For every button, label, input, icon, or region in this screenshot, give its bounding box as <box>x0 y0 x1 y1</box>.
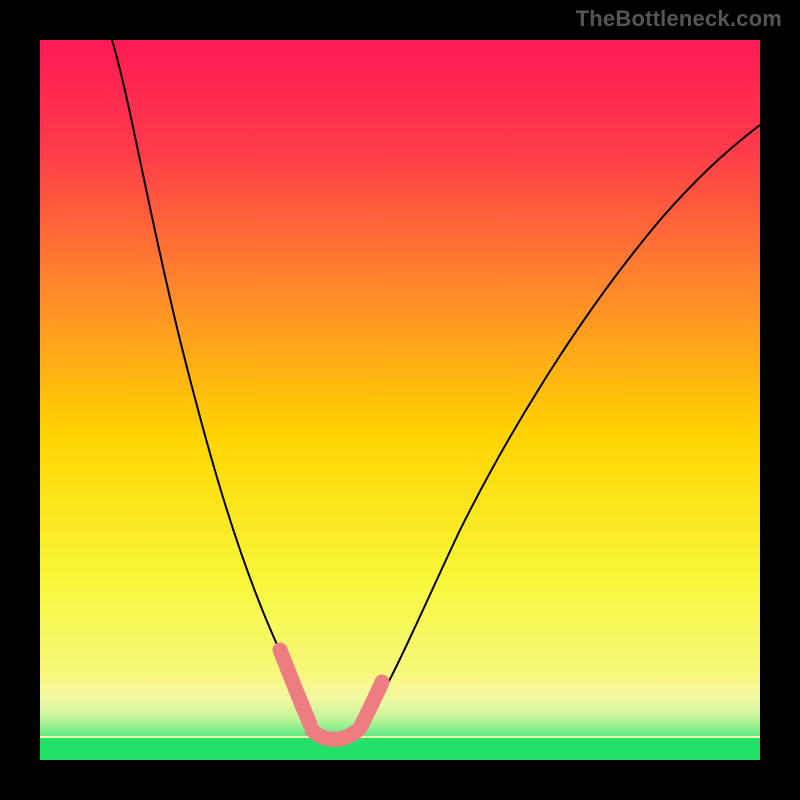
green-floor-band <box>40 738 760 760</box>
watermark-text: TheBottleneck.com <box>576 6 782 32</box>
transition-band <box>40 676 760 736</box>
bottleneck-chart <box>40 40 760 760</box>
chart-background <box>40 40 760 760</box>
chart-stage: TheBottleneck.com <box>0 0 800 800</box>
